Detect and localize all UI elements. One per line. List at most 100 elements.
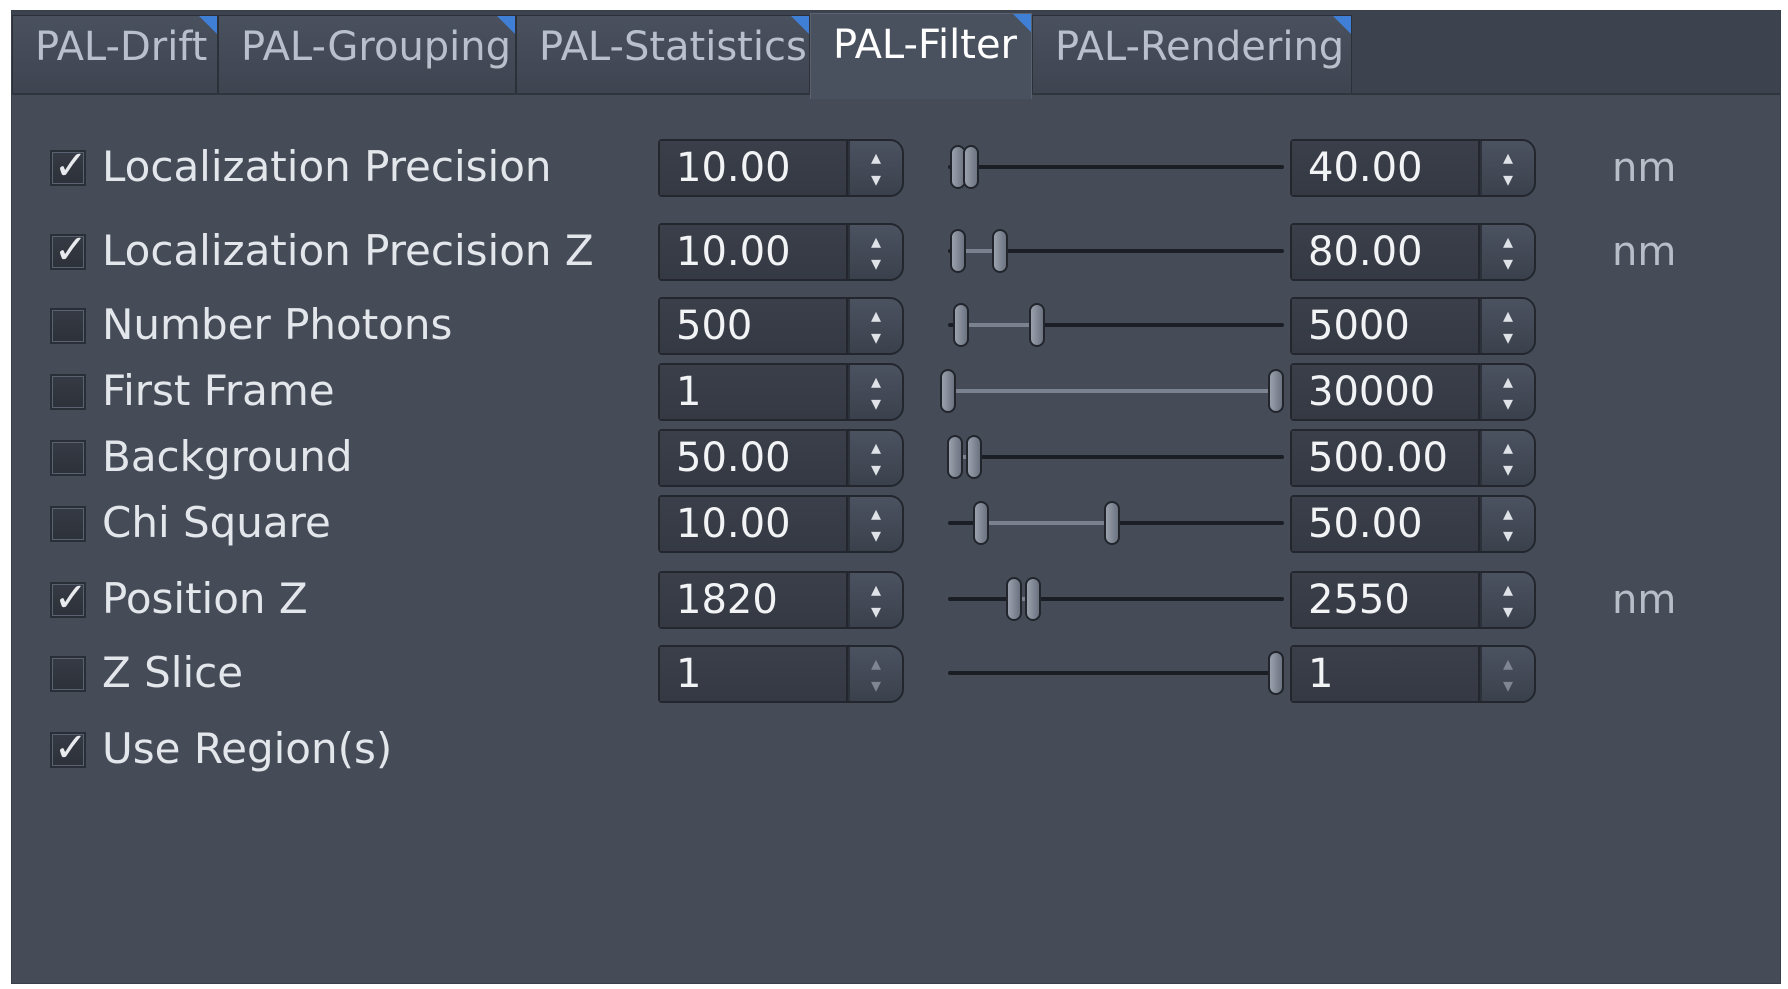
max-value-spinbox[interactable]: 5000 ▴ ▾ [1290, 297, 1536, 355]
arrow-up-icon[interactable]: ▴ [1482, 365, 1534, 392]
arrow-up-icon[interactable]: ▴ [850, 431, 902, 458]
range-slider-max-handle[interactable] [1268, 369, 1284, 413]
max-value-spinbox[interactable]: 30000 ▴ ▾ [1290, 363, 1536, 421]
range-slider-max-handle[interactable] [1104, 501, 1120, 545]
arrow-down-icon[interactable]: ▾ [850, 600, 902, 622]
max-value-input[interactable]: 1 [1292, 647, 1480, 701]
arrow-up-icon[interactable]: ▴ [850, 497, 902, 524]
arrow-down-icon[interactable]: ▾ [1482, 600, 1534, 622]
min-value-input[interactable]: 10.00 [660, 141, 848, 195]
range-slider-max-handle[interactable] [1028, 303, 1045, 347]
tab-pal-statistics[interactable]: PAL-Statistics [516, 15, 810, 93]
range-slider-min-handle[interactable] [972, 501, 989, 545]
range-slider-track[interactable] [948, 671, 1284, 675]
range-slider-max-handle[interactable] [1025, 577, 1042, 621]
arrow-down-icon[interactable]: ▾ [850, 252, 902, 274]
arrow-down-icon[interactable]: ▾ [1482, 458, 1534, 480]
tab-pal-drift[interactable]: PAL-Drift [12, 15, 218, 93]
use-regions-checkbox[interactable]: ✓ [50, 728, 88, 768]
min-value-input[interactable]: 1 [660, 365, 848, 419]
tab-pal-filter[interactable]: PAL-Filter [810, 13, 1032, 99]
range-slider-track[interactable] [948, 597, 1284, 601]
range-slider-max-handle[interactable] [966, 435, 983, 479]
spin-arrows[interactable]: ▴ ▾ [1482, 141, 1534, 195]
max-value-input[interactable]: 500.00 [1292, 431, 1480, 485]
tab-pal-grouping[interactable]: PAL-Grouping [218, 15, 516, 93]
min-value-spinbox[interactable]: 500 ▴ ▾ [658, 297, 904, 355]
min-value-spinbox[interactable]: 10.00 ▴ ▾ [658, 223, 904, 281]
min-value-spinbox[interactable]: 10.00 ▴ ▾ [658, 139, 904, 197]
filter-enable-checkbox[interactable]: ✓ [50, 656, 86, 692]
spin-arrows[interactable]: ▴ ▾ [850, 573, 902, 627]
spin-arrows[interactable]: ▴ ▾ [1482, 225, 1534, 279]
max-value-input[interactable]: 2550 [1292, 573, 1480, 627]
range-slider-min-handle[interactable] [1005, 577, 1022, 621]
spin-arrows[interactable]: ▴ ▾ [1482, 365, 1534, 419]
spin-arrows[interactable]: ▴ ▾ [850, 431, 902, 485]
spin-arrows[interactable]: ▴ ▾ [850, 225, 902, 279]
min-value-input[interactable]: 1820 [660, 573, 848, 627]
range-slider-min-handle[interactable] [949, 229, 966, 273]
min-value-spinbox[interactable]: 1 ▴ ▾ [658, 363, 904, 421]
arrow-down-icon[interactable]: ▾ [850, 392, 902, 414]
min-value-input[interactable]: 10.00 [660, 225, 848, 279]
min-value-spinbox[interactable]: 50.00 ▴ ▾ [658, 429, 904, 487]
spin-arrows[interactable]: ▴ ▾ [1482, 431, 1534, 485]
max-value-spinbox[interactable]: 2550 ▴ ▾ [1290, 571, 1536, 629]
arrow-up-icon[interactable]: ▴ [850, 141, 902, 168]
filter-enable-checkbox[interactable]: ✓ [50, 374, 86, 410]
arrow-down-icon[interactable]: ▾ [850, 524, 902, 546]
arrow-up-icon[interactable]: ▴ [850, 225, 902, 252]
arrow-down-icon[interactable]: ▾ [850, 168, 902, 190]
spin-arrows[interactable]: ▴ ▾ [850, 365, 902, 419]
arrow-down-icon[interactable]: ▾ [1482, 168, 1534, 190]
spin-arrows[interactable]: ▴ ▾ [1482, 573, 1534, 627]
arrow-down-icon[interactable]: ▾ [1482, 252, 1534, 274]
max-value-spinbox[interactable]: 80.00 ▴ ▾ [1290, 223, 1536, 281]
min-value-spinbox[interactable]: 10.00 ▴ ▾ [658, 495, 904, 553]
min-value-input[interactable]: 500 [660, 299, 848, 353]
arrow-down-icon[interactable]: ▾ [1482, 326, 1534, 348]
min-value-spinbox[interactable]: 1 ▴ ▾ [658, 645, 904, 703]
spin-arrows[interactable]: ▴ ▾ [850, 299, 902, 353]
filter-enable-checkbox[interactable]: ✓ [50, 230, 88, 270]
range-slider-max-handle[interactable] [992, 229, 1009, 273]
filter-enable-checkbox[interactable]: ✓ [50, 506, 86, 542]
range-slider-max-handle[interactable] [1268, 651, 1284, 695]
min-value-spinbox[interactable]: 1820 ▴ ▾ [658, 571, 904, 629]
spin-arrows[interactable]: ▴ ▾ [1482, 647, 1534, 701]
spin-arrows[interactable]: ▴ ▾ [1482, 497, 1534, 551]
max-value-input[interactable]: 5000 [1292, 299, 1480, 353]
max-value-input[interactable]: 50.00 [1292, 497, 1480, 551]
filter-enable-checkbox[interactable]: ✓ [50, 308, 86, 344]
arrow-up-icon[interactable]: ▴ [850, 573, 902, 600]
range-slider-min-handle[interactable] [953, 303, 970, 347]
arrow-up-icon[interactable]: ▴ [850, 365, 902, 392]
range-slider-min-handle[interactable] [946, 435, 963, 479]
max-value-spinbox[interactable]: 40.00 ▴ ▾ [1290, 139, 1536, 197]
arrow-up-icon[interactable]: ▴ [850, 299, 902, 326]
min-value-input[interactable]: 10.00 [660, 497, 848, 551]
arrow-up-icon[interactable]: ▴ [1482, 141, 1534, 168]
range-slider-track[interactable] [948, 455, 1284, 459]
max-value-spinbox[interactable]: 50.00 ▴ ▾ [1290, 495, 1536, 553]
spin-arrows[interactable]: ▴ ▾ [850, 497, 902, 551]
max-value-input[interactable]: 80.00 [1292, 225, 1480, 279]
spin-arrows[interactable]: ▴ ▾ [850, 141, 902, 195]
max-value-spinbox[interactable]: 500.00 ▴ ▾ [1290, 429, 1536, 487]
arrow-down-icon[interactable]: ▾ [850, 326, 902, 348]
arrow-up-icon[interactable]: ▴ [1482, 299, 1534, 326]
arrow-up-icon[interactable]: ▴ [1482, 225, 1534, 252]
range-slider-max-handle[interactable] [962, 145, 979, 189]
spin-arrows[interactable]: ▴ ▾ [850, 647, 902, 701]
range-slider-track[interactable] [948, 165, 1284, 169]
arrow-up-icon[interactable]: ▴ [1482, 431, 1534, 458]
arrow-up-icon[interactable]: ▴ [850, 647, 902, 674]
arrow-down-icon[interactable]: ▾ [850, 458, 902, 480]
spin-arrows[interactable]: ▴ ▾ [1482, 299, 1534, 353]
arrow-down-icon[interactable]: ▾ [1482, 392, 1534, 414]
min-value-input[interactable]: 50.00 [660, 431, 848, 485]
max-value-spinbox[interactable]: 1 ▴ ▾ [1290, 645, 1536, 703]
arrow-down-icon[interactable]: ▾ [1482, 524, 1534, 546]
arrow-up-icon[interactable]: ▴ [1482, 647, 1534, 674]
